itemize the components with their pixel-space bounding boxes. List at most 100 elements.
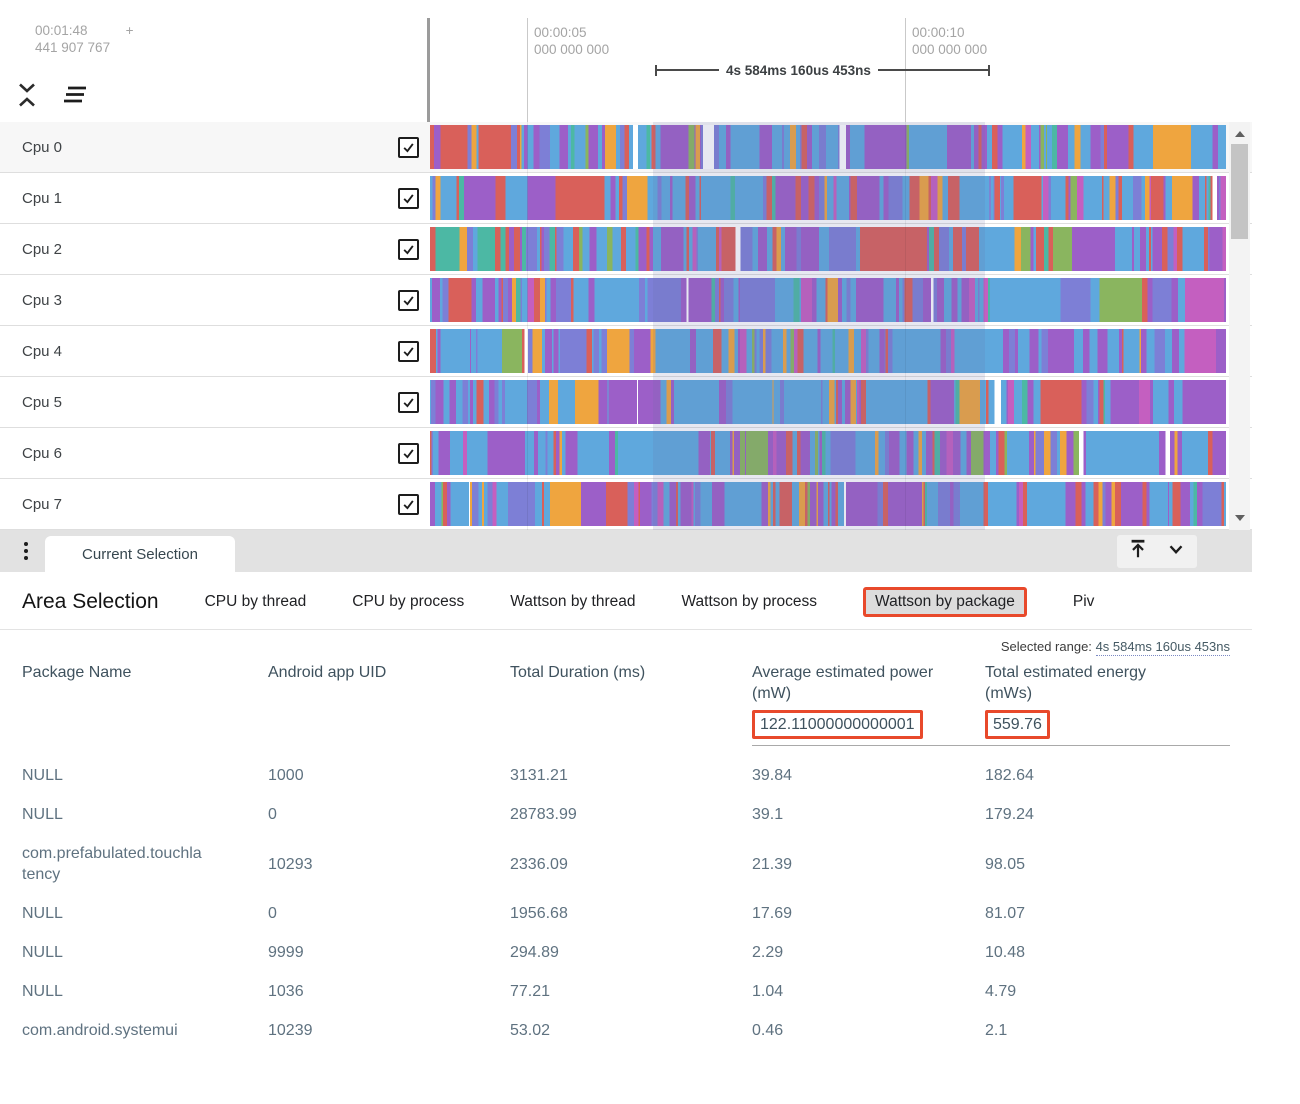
track-label-cell[interactable]: Cpu 2 xyxy=(0,224,428,274)
track-row: Cpu 6 xyxy=(0,428,1252,479)
track-name: Cpu 0 xyxy=(22,139,398,156)
track-name: Cpu 7 xyxy=(22,496,398,513)
track-name: Cpu 1 xyxy=(22,190,398,207)
panel-tabs: Area Selection CPU by thread CPU by proce… xyxy=(0,572,1252,630)
table-cell: 9999 xyxy=(268,933,510,972)
span-duration-label: 4s 584ms 160us 453ns xyxy=(719,63,878,78)
track-checkbox[interactable] xyxy=(398,443,419,464)
time-span-marker: 4s 584ms 160us 453ns xyxy=(655,62,990,78)
table-cell: com.prefabulated.touchlatency xyxy=(22,834,268,894)
total-energy-cell: 559.76 xyxy=(985,706,1230,746)
track-label-cell[interactable]: Cpu 3 xyxy=(0,275,428,325)
track-checkbox[interactable] xyxy=(398,239,419,260)
panel-tab[interactable]: Wattson by package xyxy=(863,587,1027,617)
track-name: Cpu 6 xyxy=(22,445,398,462)
table-cell: 77.21 xyxy=(510,972,752,1011)
panel-tab[interactable]: CPU by process xyxy=(352,593,464,611)
track-checkbox[interactable] xyxy=(398,494,419,515)
panel-title: Area Selection xyxy=(22,590,159,614)
expand-panel-full-icon[interactable] xyxy=(1127,538,1149,565)
panel-tab[interactable]: Wattson by thread xyxy=(510,593,635,611)
track-name: Cpu 5 xyxy=(22,394,398,411)
track-name: Cpu 4 xyxy=(22,343,398,360)
total-power-cell: 122.11000000000001 xyxy=(752,706,985,746)
table-cell: 10239 xyxy=(268,1011,510,1050)
origin-time: 00:01:48 xyxy=(35,22,88,39)
table-cell: 3131.21 xyxy=(510,756,752,795)
track-checkbox[interactable] xyxy=(398,341,419,362)
scroll-up-icon[interactable] xyxy=(1229,126,1250,142)
panel-tab[interactable]: Wattson by process xyxy=(681,593,817,611)
table-cell: 0 xyxy=(268,795,510,834)
total-energy-value: 559.76 xyxy=(985,710,1050,739)
timeline-origin: 00:01:48 + 441 907 767 xyxy=(35,22,133,56)
table-cell: 4.79 xyxy=(985,972,1230,1011)
table-totals-row: 122.11000000000001 559.76 xyxy=(22,706,1300,746)
track-list: Cpu 0 Cpu 1 Cpu 2Cpu 3 Cpu 4 Cpu 5 Cpu 6 Cpu 7 xyxy=(0,122,1252,530)
track-filter-icon[interactable] xyxy=(60,85,88,105)
table-cell: 1.04 xyxy=(752,972,985,1011)
track-label-cell[interactable]: Cpu 7 xyxy=(0,479,428,529)
table-cell: 2.29 xyxy=(752,933,985,972)
collapse-tracks-icon[interactable] xyxy=(16,82,38,108)
collapse-panel-icon[interactable] xyxy=(1165,538,1187,565)
table-cell: 2336.09 xyxy=(510,834,752,894)
table-cell: 179.24 xyxy=(985,795,1230,834)
track-row: Cpu 0 xyxy=(0,122,1252,173)
track-label-cell[interactable]: Cpu 0 xyxy=(0,122,428,172)
table-cell: 1000 xyxy=(268,756,510,795)
track-checkbox[interactable] xyxy=(398,290,419,311)
track-label-cell[interactable]: Cpu 1 xyxy=(0,173,428,223)
table-cell: 1036 xyxy=(268,972,510,1011)
table-cell: com.android.systemui xyxy=(22,1011,268,1050)
scrollbar-thumb[interactable] xyxy=(1231,144,1248,239)
current-selection-tab[interactable]: Current Selection xyxy=(45,536,235,572)
table-cell: NULL xyxy=(22,795,268,834)
origin-plus: + xyxy=(126,22,134,39)
table-cell: 98.05 xyxy=(985,834,1230,894)
column-header: Android app UID xyxy=(268,654,510,706)
track-rows: Cpu 0 Cpu 1 Cpu 2Cpu 3 Cpu 4 Cpu 5 Cpu 6 Cpu 7 xyxy=(0,122,1252,530)
table-cell: 1956.68 xyxy=(510,894,752,933)
track-label-cell[interactable]: Cpu 5 xyxy=(0,377,428,427)
track-label-cell[interactable]: Cpu 6 xyxy=(0,428,428,478)
area-selection-overlay[interactable] xyxy=(653,122,985,530)
track-row: Cpu 4 xyxy=(0,326,1252,377)
table-cell: 17.69 xyxy=(752,894,985,933)
table-cell: 294.89 xyxy=(510,933,752,972)
track-checkbox[interactable] xyxy=(398,137,419,158)
table-cell: 28783.99 xyxy=(510,795,752,834)
total-power-value: 122.11000000000001 xyxy=(752,710,923,739)
table-header-row: Package Name Android app UID Total Durat… xyxy=(22,654,1300,706)
table-cell: 0.46 xyxy=(752,1011,985,1050)
track-scrollbar[interactable] xyxy=(1229,122,1250,530)
table-cell: NULL xyxy=(22,894,268,933)
panel-menu-icon[interactable] xyxy=(14,538,38,564)
track-label-cell[interactable]: Cpu 4 xyxy=(0,326,428,376)
track-checkbox[interactable] xyxy=(398,188,419,209)
perfetto-app: 00:01:48 + 441 907 767 xyxy=(0,0,1300,1104)
column-header: Package Name xyxy=(22,654,268,706)
table-cell: 10.48 xyxy=(985,933,1230,972)
timeline-ruler: 00:01:48 + 441 907 767 xyxy=(0,0,1252,122)
table-cell: NULL xyxy=(22,972,268,1011)
ruler-left-border xyxy=(427,18,430,122)
table-cell: 21.39 xyxy=(752,834,985,894)
table-cell: 39.84 xyxy=(752,756,985,795)
panel-tab-strip: Current Selection xyxy=(0,530,1252,572)
track-checkbox[interactable] xyxy=(398,392,419,413)
table-cell: 10293 xyxy=(268,834,510,894)
current-selection-tab-label: Current Selection xyxy=(82,546,198,563)
track-row: Cpu 3 xyxy=(0,275,1252,326)
column-header: Total Duration (ms) xyxy=(510,654,752,706)
table-cell: 2.1 xyxy=(985,1011,1230,1050)
table-cell: 39.1 xyxy=(752,795,985,834)
table-cell: 182.64 xyxy=(985,756,1230,795)
table-cell: NULL xyxy=(22,756,268,795)
scroll-down-icon[interactable] xyxy=(1229,510,1250,526)
selected-range: Selected range: 4s 584ms 160us 453ns xyxy=(0,639,1230,654)
table-cell: 53.02 xyxy=(510,1011,752,1050)
panel-tab[interactable]: CPU by thread xyxy=(205,593,307,611)
timeline-gridline xyxy=(527,122,528,530)
panel-tab[interactable]: Piv xyxy=(1073,593,1095,611)
